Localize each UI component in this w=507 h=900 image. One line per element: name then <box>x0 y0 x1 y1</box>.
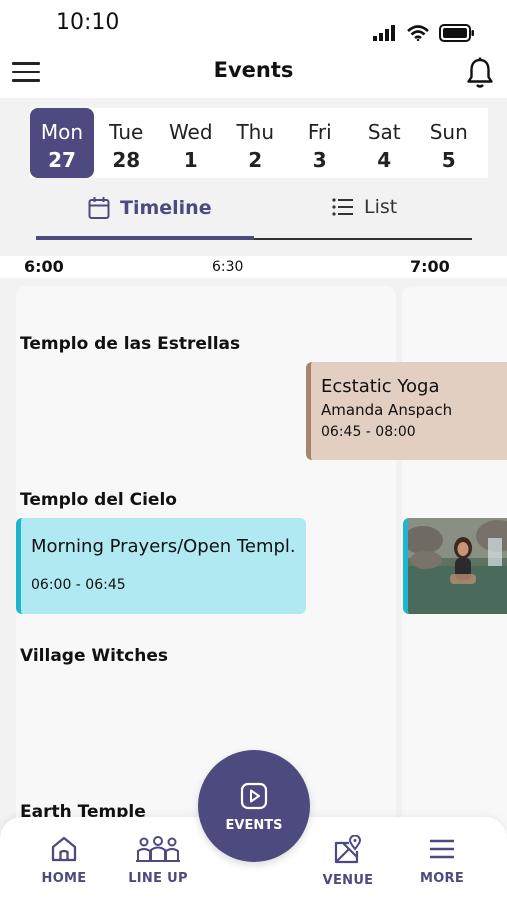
event-time: 06:45 - 08:00 <box>321 424 416 440</box>
day-of-week: Thu <box>236 120 275 144</box>
time-label: 6:00 <box>24 257 64 276</box>
tab-list-label: List <box>364 196 398 218</box>
day-number: 3 <box>312 148 327 172</box>
signal-icon <box>373 25 395 41</box>
play-icon <box>240 782 268 810</box>
day-of-week: Sun <box>429 120 468 144</box>
nav-lineup-label: LINE UP <box>128 871 188 886</box>
status-icons <box>373 24 475 42</box>
nav-venue[interactable]: VENUE <box>318 834 378 888</box>
status-bar: 10:10 <box>0 0 507 50</box>
wifi-icon <box>407 25 429 41</box>
time-label: 6:30 <box>212 259 244 275</box>
event-card-ecstatic-yoga[interactable]: Ecstatic Yoga Amanda Anspach 06:45 - 08:… <box>306 362 507 460</box>
nav-more-label: MORE <box>419 871 465 886</box>
battery-icon <box>439 24 474 42</box>
time-axis: 6:00 6:30 7:00 <box>0 256 507 278</box>
view-tabs: Timeline List <box>36 186 472 242</box>
day-of-week: Fri <box>307 120 332 144</box>
day-number: 28 <box>112 148 141 172</box>
date-tue-28[interactable]: Tue 28 <box>94 108 159 178</box>
map-pin-icon <box>334 834 362 864</box>
date-sun-5[interactable]: Sun 5 <box>417 108 482 178</box>
nav-home[interactable]: HOME <box>40 835 88 886</box>
date-fri-3[interactable]: Fri 3 <box>288 108 353 178</box>
calendar-icon <box>88 197 110 219</box>
nav-home-label: HOME <box>41 871 87 886</box>
date-sat-4[interactable]: Sat 4 <box>352 108 417 178</box>
day-number: 1 <box>183 148 198 172</box>
day-of-week: Sat <box>367 120 401 144</box>
nav-events-button[interactable]: EVENTS <box>198 750 310 862</box>
app-header: Events <box>0 50 507 98</box>
day-of-week: Mon <box>40 120 84 144</box>
time-label: 7:00 <box>410 257 450 276</box>
event-time: 06:00 - 06:45 <box>31 577 126 593</box>
event-card-morning-prayers[interactable]: Morning Prayers/Open Templ... 06:00 - 06… <box>16 518 306 614</box>
home-icon <box>51 836 77 862</box>
event-title: Ecstatic Yoga <box>321 376 440 397</box>
nav-venue-label: VENUE <box>322 873 374 888</box>
nav-more[interactable]: MORE <box>414 835 470 886</box>
people-icon <box>136 836 180 862</box>
event-photo <box>408 518 507 614</box>
day-number: 5 <box>441 148 456 172</box>
venue-label: Templo de las Estrellas <box>20 334 241 354</box>
tab-active-indicator <box>36 236 254 240</box>
date-selector: Mon 27 Tue 28 Wed 1 Thu 2 Fri 3 Sat 4 Sun 5 <box>30 108 488 178</box>
day-of-week: Tue <box>109 120 144 144</box>
date-thu-2[interactable]: Thu 2 <box>223 108 288 178</box>
tab-timeline-label: Timeline <box>120 197 212 219</box>
venue-label: Village Witches <box>20 646 168 666</box>
venue-label: Templo del Cielo <box>20 490 177 510</box>
event-host: Amanda Anspach <box>321 401 453 419</box>
tab-list[interactable]: List <box>332 196 397 218</box>
tab-timeline[interactable]: Timeline <box>88 196 212 220</box>
day-number: 2 <box>248 148 263 172</box>
date-wed-1[interactable]: Wed 1 <box>159 108 224 178</box>
event-card-photo[interactable] <box>403 518 507 614</box>
day-number: 4 <box>377 148 392 172</box>
day-of-week: Wed <box>168 120 213 144</box>
day-number: 27 <box>48 148 76 172</box>
nav-lineup[interactable]: LINE UP <box>126 835 190 886</box>
status-time: 10:10 <box>56 10 120 35</box>
nav-events-label: EVENTS <box>225 818 283 833</box>
date-mon-27[interactable]: Mon 27 <box>30 108 94 178</box>
menu-icon <box>430 839 454 859</box>
list-icon <box>332 198 353 216</box>
page-title: Events <box>213 58 294 82</box>
bell-icon[interactable] <box>465 56 495 90</box>
event-title: Morning Prayers/Open Templ... <box>31 536 296 557</box>
